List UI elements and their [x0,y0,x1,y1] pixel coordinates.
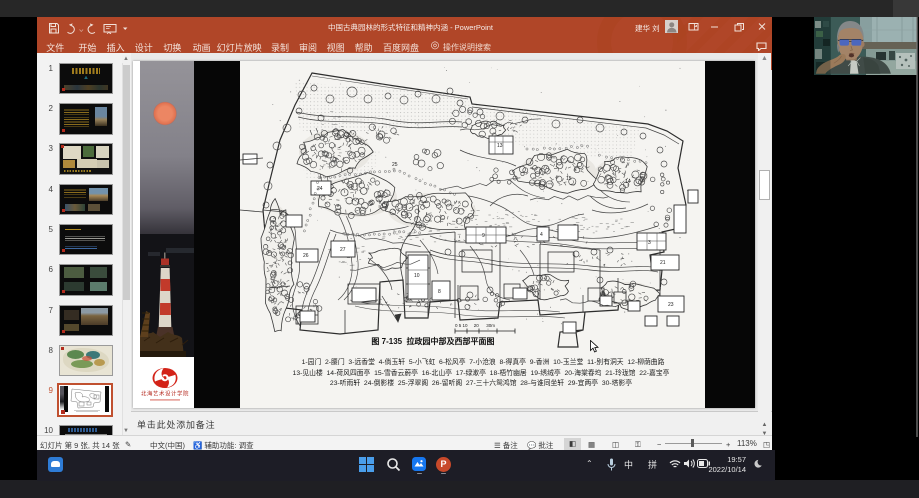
svg-text:26: 26 [303,253,309,259]
svg-text:10: 10 [414,273,420,279]
svg-text:23: 23 [668,302,674,308]
svg-text:15: 15 [566,176,572,182]
svg-text:9: 9 [482,233,485,239]
svg-text:24: 24 [317,186,323,192]
svg-text:0 5 10 20 30m: 0 5 10 20 30m [455,323,495,328]
svg-text:21: 21 [660,260,666,266]
svg-text:14: 14 [625,179,631,185]
svg-text:13: 13 [497,143,503,149]
svg-text:4: 4 [540,232,543,238]
svg-text:3: 3 [648,240,651,246]
svg-text:25: 25 [392,162,398,168]
svg-text:8: 8 [438,289,441,295]
svg-text:27: 27 [340,247,346,253]
